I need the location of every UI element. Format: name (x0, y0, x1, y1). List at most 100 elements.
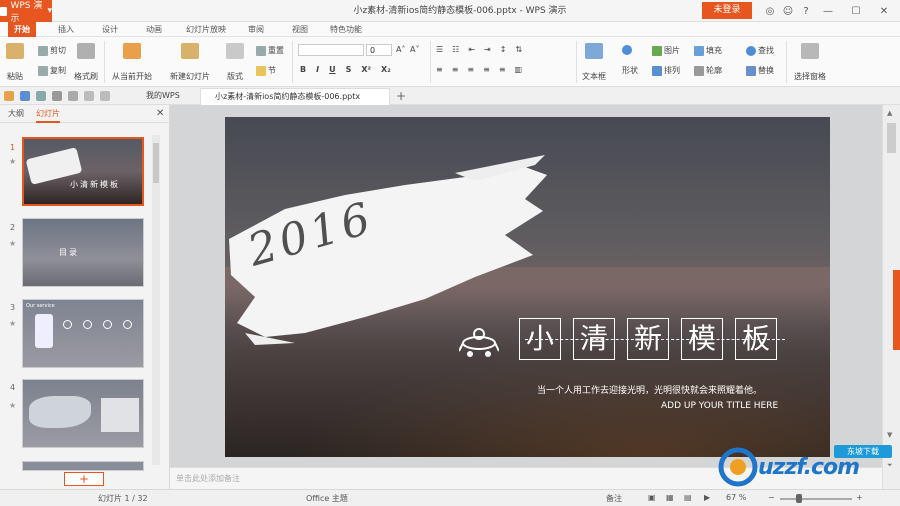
textbox-button[interactable]: 文本框 (582, 43, 606, 82)
slide-thumbnail-2[interactable]: 目录 (22, 218, 144, 287)
justify-icon[interactable]: ≡ (483, 65, 490, 74)
columns-icon[interactable]: ▥ (515, 65, 523, 74)
watermark-text: uzzf.com (758, 455, 860, 480)
normal-view-icon[interactable]: ▣ (648, 493, 656, 502)
close-panel-icon[interactable]: ✕ (156, 105, 164, 123)
side-panel-toggle[interactable] (893, 270, 900, 350)
shrink-font-icon[interactable]: A˅ (410, 45, 419, 54)
thumbnail-scrollbar[interactable] (152, 135, 160, 465)
zoom-slider[interactable] (780, 498, 852, 500)
open-icon[interactable] (4, 91, 14, 101)
notes-toggle[interactable]: 备注 (606, 493, 622, 504)
scrollbar-thumb[interactable] (153, 143, 159, 183)
slideshow-icon[interactable]: ▶ (704, 493, 710, 502)
cut-button[interactable]: 剪切 (38, 45, 66, 56)
tab-slides[interactable]: 幻灯片 (36, 105, 60, 123)
align-left-icon[interactable]: ≡ (436, 65, 443, 74)
tab-slideshow[interactable]: 幻灯片放映 (186, 22, 226, 37)
bold-icon[interactable]: B (300, 65, 306, 74)
paste-button[interactable]: 粘贴 (6, 43, 24, 82)
underline-icon[interactable]: U (329, 65, 336, 74)
save-icon[interactable] (20, 91, 30, 101)
bullets-icon[interactable]: ☰ (436, 45, 443, 54)
section-button[interactable]: 节 (256, 65, 276, 76)
align-right-icon[interactable]: ≡ (467, 65, 474, 74)
zoom-slider-knob[interactable] (796, 494, 802, 503)
scrollbar-thumb[interactable] (887, 123, 896, 153)
strikethrough-icon[interactable]: S (346, 65, 352, 74)
slide-subtitle-en: ADD UP YOUR TITLE HERE (661, 401, 779, 411)
slide-thumbnail-3[interactable]: Our service (22, 299, 144, 368)
font-size-select[interactable]: 0 (366, 44, 392, 56)
find-button[interactable]: 查找 (746, 45, 774, 56)
login-button[interactable]: 未登录 (702, 2, 752, 19)
indent-icon[interactable]: ⇤ (468, 45, 475, 54)
grow-font-icon[interactable]: A˄ (396, 45, 405, 54)
print-icon[interactable] (52, 91, 62, 101)
from-current-button[interactable]: 从当前开始 (112, 43, 152, 82)
add-slide-button[interactable]: + (64, 472, 104, 486)
redo-icon[interactable] (100, 91, 110, 101)
shape-button[interactable] (622, 45, 632, 55)
minimize-icon[interactable]: — (818, 0, 838, 22)
copy-icon (38, 65, 48, 76)
tab-animation[interactable]: 动画 (146, 22, 162, 37)
tab-document[interactable]: 小z素材-清新ios简约静态模板-006.pptx (200, 88, 390, 105)
add-tab-icon[interactable]: + (396, 87, 406, 105)
new-slide-button[interactable]: 新建幻灯片 (170, 43, 210, 82)
sorter-view-icon[interactable]: ▦ (666, 493, 674, 502)
format-painter-button[interactable]: 格式刷 (74, 43, 98, 82)
undo-icon[interactable] (84, 91, 94, 101)
shape-menu[interactable]: 形状 (622, 65, 638, 76)
skin-icon[interactable]: ◎ (760, 0, 780, 22)
tab-features[interactable]: 特色功能 (330, 22, 362, 37)
zoom-level[interactable]: 67 % (726, 493, 746, 502)
line-spacing-icon[interactable]: ↕ (500, 45, 507, 54)
tab-insert[interactable]: 插入 (58, 22, 74, 37)
italic-icon[interactable]: I (316, 65, 319, 74)
superscript-icon[interactable]: X² (361, 65, 371, 74)
tab-my-wps[interactable]: 我的WPS (134, 87, 180, 105)
preview-icon[interactable] (68, 91, 78, 101)
feedback-icon[interactable]: ☺ (778, 0, 798, 22)
scroll-up-icon[interactable]: ▲ (887, 109, 892, 117)
reading-view-icon[interactable]: ▤ (684, 493, 692, 502)
tab-outline[interactable]: 大纲 (8, 105, 24, 123)
zoom-out-icon[interactable]: − (768, 493, 775, 502)
replace-button[interactable]: 替换 (746, 65, 774, 76)
select-pane-button[interactable]: 选择窗格 (794, 43, 826, 82)
reset-button[interactable]: 重置 (256, 45, 284, 56)
text-direction-icon[interactable]: ⇅ (515, 45, 522, 54)
slide-thumbnail-5[interactable] (22, 461, 144, 471)
numbering-icon[interactable]: ☷ (452, 45, 459, 54)
layout-button[interactable]: 版式 (226, 43, 244, 82)
tab-home[interactable]: 开始 (8, 22, 36, 37)
arrange-button[interactable]: 排列 (652, 65, 680, 76)
close-icon[interactable]: ✕ (874, 0, 894, 22)
fill-button[interactable]: 填充 (694, 45, 722, 56)
outline-button[interactable]: 轮廓 (694, 65, 722, 76)
picture-button[interactable]: 图片 (652, 45, 680, 56)
picture-icon (652, 45, 662, 56)
align-center-icon[interactable]: ≡ (452, 65, 459, 74)
copy-button[interactable]: 复制 (38, 65, 66, 76)
outdent-icon[interactable]: ⇥ (484, 45, 491, 54)
help-icon[interactable]: ? (796, 0, 816, 22)
distribute-icon[interactable]: ≡ (499, 65, 506, 74)
current-slide[interactable]: 2016 小 清 新 模 板 当一个人用工作去迎接光明，光明很快就会来照耀着他。… (225, 117, 830, 457)
slide-thumbnail-1[interactable]: 小清新模板 (22, 137, 144, 206)
find-label: 查找 (758, 46, 774, 55)
slide-thumbnail-4[interactable] (22, 379, 144, 448)
app-menu-button[interactable]: WPS 演示 ▾ (0, 0, 52, 24)
chevron-down-icon: ▾ (47, 6, 52, 16)
maximize-icon[interactable]: ☐ (846, 0, 866, 22)
subscript-icon[interactable]: X₂ (381, 65, 391, 74)
select-pane-label: 选择窗格 (794, 72, 826, 81)
export-icon[interactable] (36, 91, 46, 101)
tab-view[interactable]: 视图 (292, 22, 308, 37)
font-name-select[interactable] (298, 44, 364, 56)
tab-review[interactable]: 审阅 (248, 22, 264, 37)
tab-design[interactable]: 设计 (102, 22, 118, 37)
scroll-down-icon[interactable]: ▼ (887, 431, 892, 439)
zoom-in-icon[interactable]: + (856, 493, 863, 502)
